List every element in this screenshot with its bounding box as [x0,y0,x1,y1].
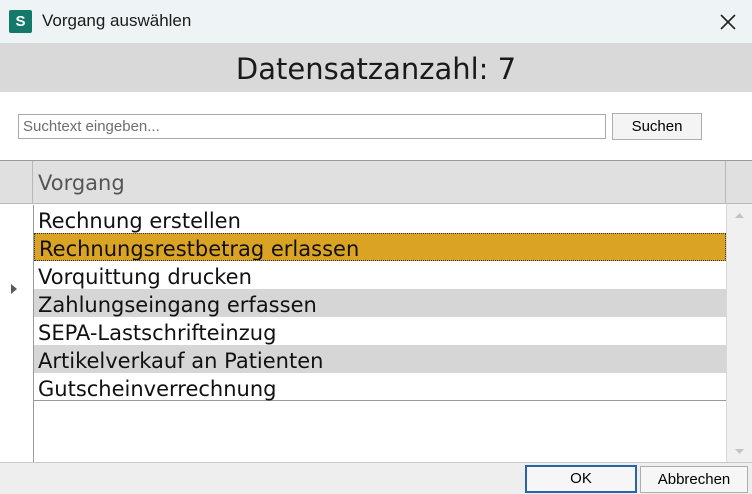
grid-empty-area [33,401,726,463]
ok-button[interactable]: OK [525,465,637,493]
current-row-arrow-icon [11,284,17,294]
grid-rows: Rechnung erstellen Rechnungsrestbetrag e… [33,205,726,401]
table-row[interactable]: Zahlungseingang erfassen [34,289,726,317]
grid-corner [0,161,33,204]
app-logo-icon: S [9,10,32,33]
table-row[interactable]: Artikelverkauf an Patienten [34,345,726,373]
header-filler [726,161,752,204]
column-header-vorgang[interactable]: Vorgang [33,161,726,204]
chevron-down-icon [735,449,744,454]
table-row[interactable]: Rechnung erstellen [34,205,726,233]
search-input[interactable] [18,114,606,139]
process-grid: Vorgang Rechnung erstellen Rechnungsrest… [0,160,752,463]
table-row[interactable]: SEPA-Lastschrifteinzug [34,317,726,345]
table-row[interactable]: Gutscheinverrechnung [34,373,726,401]
cancel-button[interactable]: Abbrechen [640,466,748,493]
chevron-up-icon [735,213,744,218]
vertical-scrollbar[interactable] [726,204,752,463]
table-row[interactable]: Vorquittung drucken [34,261,726,289]
dialog-footer: OK Abbrechen [0,462,752,494]
row-indicator-column [0,204,33,463]
close-button[interactable] [714,8,742,36]
search-button[interactable]: Suchen [612,113,702,140]
window-title: Vorgang auswählen [42,11,192,30]
scroll-up-button[interactable] [727,204,752,226]
title-bar: S Vorgang auswählen [0,0,752,44]
record-count-label: Datensatzanzahl: 7 [235,52,517,86]
table-row-selected[interactable]: Rechnungsrestbetrag erlassen [34,233,726,261]
scroll-down-button[interactable] [727,441,752,463]
close-icon [720,14,736,30]
